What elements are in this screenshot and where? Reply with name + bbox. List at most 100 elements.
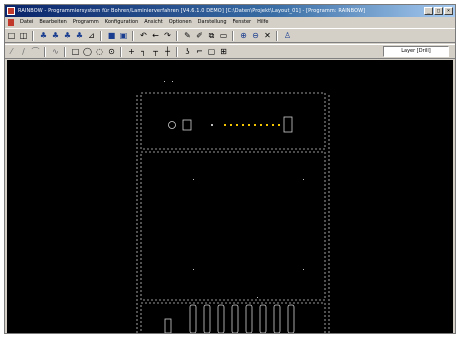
hook-icon[interactable]: ʖ: [182, 46, 193, 57]
tool-5-icon[interactable]: ⊿: [86, 30, 97, 41]
slot: [287, 304, 295, 333]
marker-dot: [257, 297, 258, 298]
close-view-icon[interactable]: ✕: [262, 30, 273, 41]
redo-icon[interactable]: ↷: [162, 30, 173, 41]
pad: [278, 124, 280, 126]
circle-icon[interactable]: ◯: [82, 46, 93, 57]
grid-icon[interactable]: ⊞: [218, 46, 229, 57]
pad-square: [182, 119, 192, 131]
toolbar-separator: [176, 30, 178, 41]
tee-icon[interactable]: ┬: [150, 46, 161, 57]
save-icon[interactable]: ■: [106, 30, 117, 41]
cross-icon[interactable]: +: [126, 46, 137, 57]
draw-icon[interactable]: ✎: [182, 30, 193, 41]
menu-optionen[interactable]: Optionen: [166, 19, 195, 25]
polyline-icon[interactable]: ∕: [18, 46, 29, 57]
menu-konfiguration[interactable]: Konfiguration: [102, 19, 141, 25]
zoom-out-icon[interactable]: ⊖: [250, 30, 261, 41]
pad: [272, 124, 274, 126]
marker-dot: [172, 81, 173, 82]
window-title: RAINBOW - Programmiersystem für Bohren/L…: [18, 8, 366, 14]
toolbar-separator: [276, 30, 278, 41]
menu-darstellung[interactable]: Darstellung: [195, 19, 230, 25]
minimize-button[interactable]: _: [424, 7, 433, 15]
pad: [266, 124, 268, 126]
pad: [254, 124, 256, 126]
menu-bearbeiten[interactable]: Bearbeiten: [36, 19, 69, 25]
drawing-toolbar: ⁄ ∕ ⌒ ∿ □ ◯ ◌ ⊙ + ┐ ┬ ┼ ʖ ⌐ ▢ ⊞ Layer [D…: [5, 44, 455, 59]
menu-ansicht[interactable]: Ansicht: [141, 19, 165, 25]
edit-icon[interactable]: ✐: [194, 30, 205, 41]
pin-header-row: [224, 124, 280, 126]
marker-dot: [211, 124, 213, 126]
board-middle-section: [140, 151, 326, 301]
menu-datei[interactable]: Datei: [17, 19, 36, 25]
plus-icon[interactable]: ┼: [162, 46, 173, 57]
pad: [260, 124, 262, 126]
open-icon[interactable]: ◫: [18, 30, 29, 41]
person-icon[interactable]: ♙: [282, 30, 293, 41]
toolbar-separator: [120, 46, 122, 57]
slot: [189, 304, 197, 333]
close-button[interactable]: ×: [444, 7, 453, 15]
pad: [248, 124, 250, 126]
tool-3-icon[interactable]: ♣: [62, 30, 73, 41]
copy-icon[interactable]: ⧉: [206, 30, 217, 41]
curve-icon[interactable]: ∿: [50, 46, 61, 57]
toolbar-separator: [32, 30, 34, 41]
save-as-icon[interactable]: ▣: [118, 30, 129, 41]
slot: [231, 304, 239, 333]
slot: [203, 304, 211, 333]
pad: [230, 124, 232, 126]
pad: [242, 124, 244, 126]
rect-icon[interactable]: □: [70, 46, 81, 57]
screen-icon[interactable]: ▭: [218, 30, 229, 41]
arrow-left-icon[interactable]: ←: [150, 30, 161, 41]
connector-end: [283, 116, 293, 133]
slot: [273, 304, 281, 333]
drawing-canvas[interactable]: [7, 60, 453, 333]
toolbar-separator: [132, 30, 134, 41]
maximize-button[interactable]: □: [434, 7, 443, 15]
corner-icon[interactable]: ┐: [138, 46, 149, 57]
tool-4-icon[interactable]: ♣: [74, 30, 85, 41]
marker-dot: [193, 179, 194, 180]
toolbar-separator: [44, 46, 46, 57]
line-icon[interactable]: ⁄: [6, 46, 17, 57]
zoom-in-icon[interactable]: ⊕: [238, 30, 249, 41]
undo-icon[interactable]: ↶: [138, 30, 149, 41]
pad: [236, 124, 238, 126]
tool-2-icon[interactable]: ♣: [50, 30, 61, 41]
layer-select[interactable]: Layer [Drill]: [383, 46, 449, 57]
new-icon[interactable]: □: [6, 30, 17, 41]
menu-hilfe[interactable]: Hilfe: [254, 19, 271, 25]
slot: [217, 304, 225, 333]
tool-1-icon[interactable]: ♣: [38, 30, 49, 41]
menu-programm[interactable]: Programm: [70, 19, 102, 25]
pad: [224, 124, 226, 126]
toolbar-separator: [232, 30, 234, 41]
marker-dot: [303, 179, 304, 180]
title-bar[interactable]: RAINBOW - Programmiersystem für Bohren/L…: [5, 5, 455, 17]
app-window: RAINBOW - Programmiersystem für Bohren/L…: [4, 4, 456, 334]
drill-icon[interactable]: ⊙: [106, 46, 117, 57]
marker-dot: [193, 269, 194, 270]
toolbar-separator: [100, 30, 102, 41]
mounting-hole: [168, 121, 176, 129]
toolbar-separator: [176, 46, 178, 57]
ellipse-icon[interactable]: ◌: [94, 46, 105, 57]
dimension-icon[interactable]: ⌐: [194, 46, 205, 57]
window-controls: _ □ ×: [424, 7, 453, 15]
arc-icon[interactable]: ⌒: [30, 46, 41, 57]
marker-dot: [303, 269, 304, 270]
pcb-drawing: [136, 81, 330, 333]
slot: [259, 304, 267, 333]
main-toolbar: □ ◫ ♣ ♣ ♣ ♣ ⊿ ■ ▣ ↶ ← ↷ ✎ ✐ ⧉ ▭ ⊕ ⊖ ✕ ♙: [5, 28, 455, 43]
menu-fenster[interactable]: Fenster: [230, 19, 255, 25]
square-icon[interactable]: ▢: [206, 46, 217, 57]
slot: [245, 304, 253, 333]
connector-slots: [189, 304, 295, 333]
menu-bar: Datei Bearbeiten Programm Konfiguration …: [5, 17, 455, 27]
app-icon: [7, 7, 15, 15]
document-icon[interactable]: [8, 18, 14, 26]
